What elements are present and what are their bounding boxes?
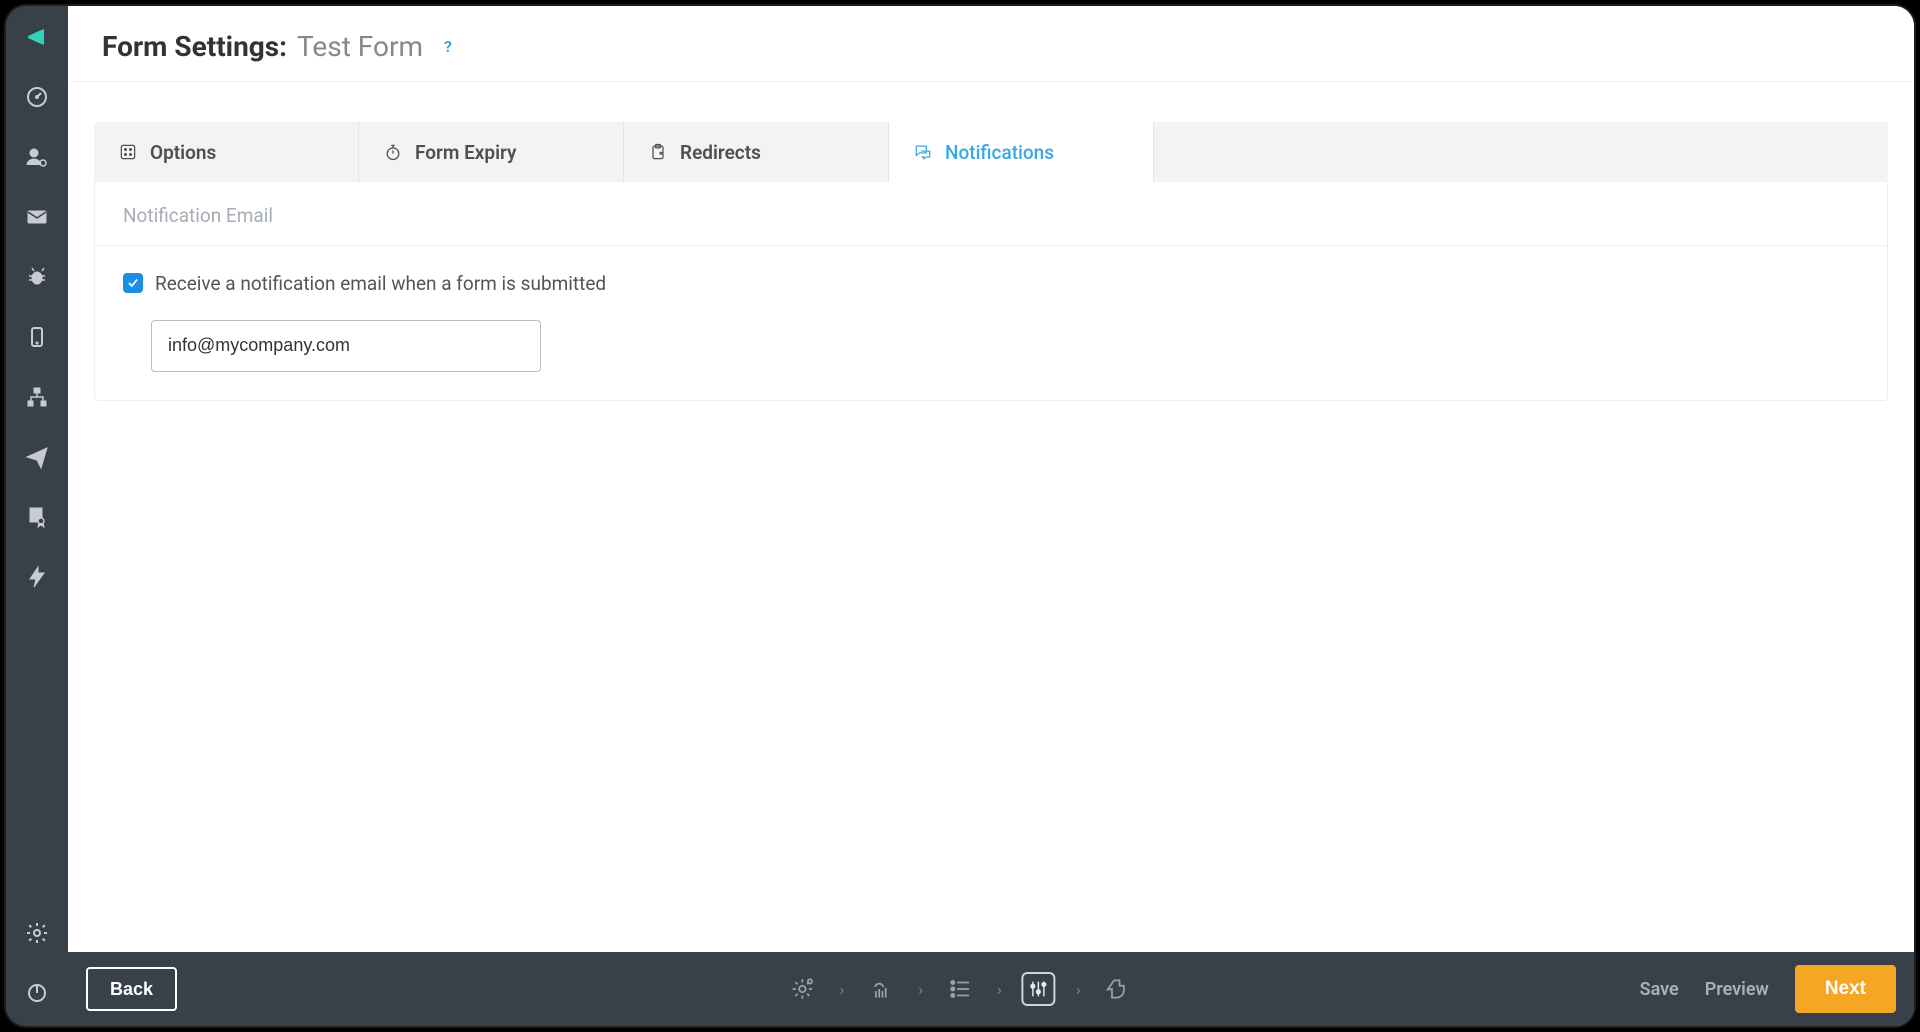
tabs-filler bbox=[1154, 122, 1888, 182]
tab-label: Options bbox=[150, 141, 216, 164]
megaphone-icon[interactable] bbox=[24, 24, 50, 50]
step-publish-icon[interactable] bbox=[1101, 972, 1135, 1006]
notification-email-input[interactable] bbox=[151, 320, 541, 372]
certificate-icon[interactable] bbox=[24, 504, 50, 530]
step-settings-active-icon[interactable] bbox=[1022, 972, 1056, 1006]
settings-tabs: Options Form Expiry Redirects bbox=[94, 122, 1888, 182]
save-link[interactable]: Save bbox=[1640, 979, 1679, 1000]
footer-bar: Back › › › bbox=[68, 952, 1914, 1026]
tab-label: Form Expiry bbox=[415, 141, 516, 164]
next-button[interactable]: Next bbox=[1795, 965, 1896, 1013]
step-settings-icon[interactable] bbox=[785, 972, 819, 1006]
send-icon[interactable] bbox=[24, 444, 50, 470]
wizard-steps: › › › › bbox=[785, 972, 1134, 1006]
tab-label: Redirects bbox=[680, 141, 761, 164]
preview-link[interactable]: Preview bbox=[1705, 979, 1769, 1000]
stopwatch-icon bbox=[383, 142, 403, 162]
step-design-icon[interactable] bbox=[864, 972, 898, 1006]
page-title-form-name: Test Form bbox=[297, 30, 423, 63]
tab-options[interactable]: Options bbox=[94, 122, 359, 182]
help-icon[interactable]: ? bbox=[439, 38, 457, 56]
checkbox-label: Receive a notification email when a form… bbox=[155, 270, 606, 298]
page-title-prefix: Form Settings: bbox=[102, 30, 287, 63]
tab-form-expiry[interactable]: Form Expiry bbox=[359, 122, 624, 182]
chevron-right-icon: › bbox=[839, 980, 844, 999]
checkbox-checked-icon[interactable] bbox=[123, 273, 143, 293]
clipboard-icon bbox=[648, 142, 668, 162]
chevron-right-icon: › bbox=[1076, 980, 1081, 999]
tab-redirects[interactable]: Redirects bbox=[624, 122, 889, 182]
back-button[interactable]: Back bbox=[86, 967, 177, 1011]
section-title: Notification Email bbox=[95, 182, 1887, 246]
bolt-icon[interactable] bbox=[24, 564, 50, 590]
chevron-right-icon: › bbox=[997, 980, 1002, 999]
user-settings-icon[interactable] bbox=[24, 144, 50, 170]
page-header: Form Settings: Test Form ? bbox=[70, 8, 1912, 82]
mobile-icon[interactable] bbox=[24, 324, 50, 350]
bug-icon[interactable] bbox=[24, 264, 50, 290]
main-area: Form Settings: Test Form ? Options bbox=[68, 6, 1914, 1026]
notifications-panel: Notification Email Receive a notificatio… bbox=[94, 182, 1888, 401]
receive-notification-checkbox-row[interactable]: Receive a notification email when a form… bbox=[123, 270, 627, 298]
mail-icon[interactable] bbox=[24, 204, 50, 230]
sitemap-icon[interactable] bbox=[24, 384, 50, 410]
step-fields-icon[interactable] bbox=[943, 972, 977, 1006]
chat-icon bbox=[913, 142, 933, 162]
gauge-icon[interactable] bbox=[24, 84, 50, 110]
settings-icon[interactable] bbox=[24, 920, 50, 946]
tab-label: Notifications bbox=[945, 141, 1054, 164]
tab-notifications[interactable]: Notifications bbox=[889, 122, 1154, 182]
options-icon bbox=[118, 142, 138, 162]
chevron-right-icon: › bbox=[918, 980, 923, 999]
sidebar bbox=[6, 6, 68, 1026]
power-icon[interactable] bbox=[24, 980, 50, 1006]
